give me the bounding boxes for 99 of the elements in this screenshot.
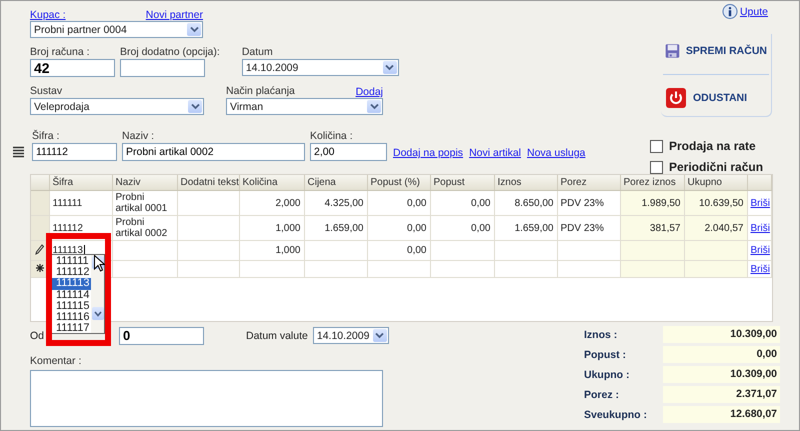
total-value: 12.680,07 [663, 406, 780, 423]
column-header[interactable]: Ukupno [684, 175, 747, 190]
table-cell: 111112 [52, 222, 83, 234]
item-link[interactable]: Nova usluga [527, 147, 586, 159]
total-label: Sveukupno : [584, 408, 648, 420]
delete-link[interactable]: Briši [750, 222, 770, 234]
field-label: Broj računa : [30, 46, 91, 59]
field-label: Datum [242, 46, 274, 59]
table-cell: PDV 23% [560, 198, 604, 208]
checkbox-label: Periodični račun [669, 160, 764, 174]
list-item[interactable]: 111117 [52, 323, 91, 334]
list-item[interactable]: 111111 [52, 256, 91, 268]
table-cell: 381,57 [650, 222, 680, 234]
info-icon [722, 4, 738, 20]
table-cell: 111111 [52, 198, 82, 208]
table-cell: 1.659,00 [324, 222, 364, 234]
help-link[interactable]: Upute [740, 6, 768, 18]
save-button[interactable]: SPREMI RAČUN [661, 36, 771, 66]
item-field[interactable]: 111112 [32, 143, 117, 161]
asterisk-icon [36, 264, 44, 272]
delete-link[interactable]: Briši [750, 245, 770, 256]
customer-combo[interactable]: Probni partner 0004 [30, 21, 203, 38]
column-header[interactable]: Popust (%) [367, 175, 430, 190]
table-cell: Probni artikal 0002 [116, 217, 168, 239]
invoice-number-field[interactable]: 42 [30, 59, 115, 77]
cancel-button[interactable]: ODUSTANI [661, 83, 771, 113]
column-header[interactable]: Količina [239, 175, 304, 190]
list-item[interactable]: 111112 [52, 267, 91, 278]
table-cell: 0,00 [407, 245, 426, 256]
value-date-combo[interactable]: 14.10.2009 [312, 327, 389, 344]
column-header[interactable]: Porez [557, 175, 620, 190]
table-cell: 1,000 [275, 245, 300, 256]
table-cell: 0,00 [407, 198, 426, 208]
field-label: Komentar : [30, 355, 82, 368]
column-header[interactable]: Porez iznos [620, 175, 684, 190]
table-cell: PDV 23% [560, 222, 604, 234]
total-label: Ukupno : [584, 368, 630, 380]
date-combo[interactable]: 14.10.2009 [242, 59, 399, 76]
column-header[interactable]: Iznos [494, 175, 557, 190]
field-label: Naziv : [122, 130, 156, 143]
total-value: 10.309,00 [663, 326, 780, 343]
extra-number-field[interactable] [120, 59, 205, 77]
item-field[interactable]: 2,00 [310, 143, 387, 161]
total-label: Popust : [584, 348, 627, 360]
item-link[interactable]: Novi artikal [469, 147, 521, 159]
column-header[interactable]: Šifra [49, 175, 112, 190]
table-cell: 10.639,50 [699, 198, 744, 208]
total-label: Porez : [584, 388, 620, 400]
system-combo[interactable]: Veleprodaja [30, 98, 204, 115]
table-cell: 0,00 [471, 198, 490, 208]
checkbox[interactable] [650, 160, 663, 174]
new-partner-link[interactable]: Novi partner [146, 9, 203, 21]
table-cell: 1.989,50 [642, 198, 680, 208]
field-label: Datum valute [246, 330, 308, 342]
column-header[interactable]: Cijena [304, 175, 367, 190]
table-cell: 2,000 [275, 198, 300, 208]
table-cell: 8.650,00 [514, 198, 554, 208]
column-header[interactable]: Popust [430, 175, 494, 190]
field-label: Od [30, 330, 44, 342]
mouse-pointer-icon [94, 255, 105, 272]
delete-link[interactable]: Briši [750, 264, 770, 274]
field-label: Količina : [310, 130, 354, 143]
field-label: Sustav [30, 85, 64, 98]
table-cell: 4.325,00 [324, 198, 364, 208]
list-icon[interactable] [13, 146, 24, 158]
payment-combo[interactable]: Virman [226, 98, 383, 115]
field-label: Broj dodatno (opcija): [120, 46, 220, 59]
list-item[interactable]: 111116 [52, 312, 91, 324]
table-cell: 0,00 [407, 222, 426, 234]
table-cell: 111113 [52, 245, 83, 256]
item-link[interactable]: Dodaj na popis [393, 147, 464, 159]
column-header[interactable]: Dodatni tekst [177, 175, 239, 190]
customer-link[interactable]: Kupac : [30, 9, 66, 21]
scroll-down-icon[interactable] [92, 307, 104, 320]
checkbox[interactable] [650, 140, 663, 152]
field-label: Šifra : [32, 130, 60, 143]
list-item[interactable]: 111115 [52, 300, 91, 312]
discount-days-field[interactable]: 0 [119, 326, 204, 344]
power-icon [665, 87, 687, 109]
table-cell: 2.040,57 [704, 222, 744, 234]
total-label: Iznos : [584, 328, 618, 340]
total-value: 2.371,07 [663, 386, 780, 403]
comment-field[interactable] [30, 370, 383, 427]
delete-link[interactable]: Briši [750, 198, 770, 208]
list-item[interactable]: 111114 [52, 290, 91, 301]
column-header[interactable]: Naziv [112, 175, 177, 190]
total-value: 0,00 [663, 346, 780, 363]
table-cell: 1,000 [275, 222, 300, 234]
pencil-icon [35, 244, 44, 254]
item-field[interactable]: Probni artikal 0002 [122, 143, 305, 161]
table-cell: 1.659,00 [514, 222, 554, 234]
table-cell: Probni artikal 0001 [116, 192, 168, 214]
add-link[interactable]: Dodaj [356, 86, 383, 98]
total-value: 10.309,00 [663, 366, 780, 383]
checkbox-label: Prodaja na rate [669, 139, 756, 153]
autocomplete-list[interactable]: 111111 111112 111113 111114 111115 111116 111117 [51, 254, 105, 334]
list-item[interactable]: 111113 [52, 278, 91, 290]
field-label: Način plaćanja [226, 85, 295, 98]
table-cell: 0,00 [471, 222, 490, 234]
